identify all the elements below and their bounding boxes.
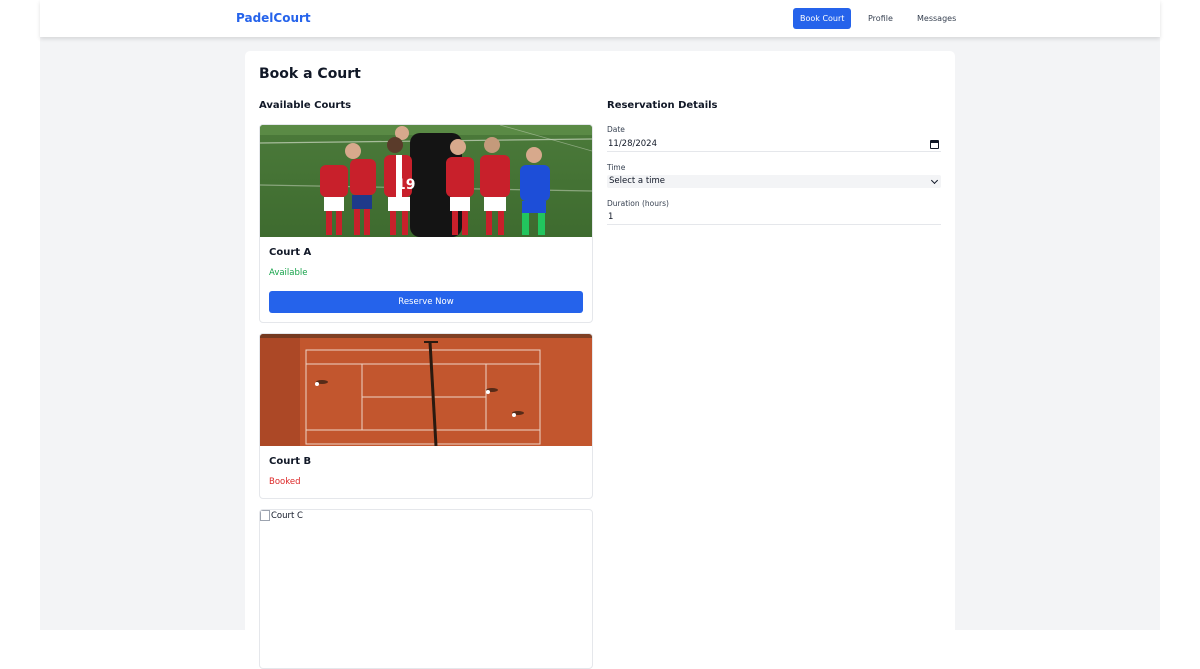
court-c-image-alt: Court C <box>271 510 303 521</box>
reservation-section-title: Reservation Details <box>607 100 718 111</box>
court-a-status: Available <box>269 268 308 278</box>
court-c-image: Court C <box>260 510 303 521</box>
date-label: Date <box>607 125 625 134</box>
calendar-icon[interactable] <box>930 140 939 149</box>
time-select[interactable]: Select a time <box>607 175 941 188</box>
court-a-image: 19 <box>260 125 592 237</box>
nav-book-court[interactable]: Book Court <box>793 8 852 29</box>
chevron-down-icon <box>930 176 939 185</box>
reserve-now-button[interactable]: Reserve Now <box>269 291 583 313</box>
court-card-b: Court B Booked <box>259 333 593 499</box>
duration-input[interactable]: 1 <box>607 210 941 225</box>
court-b-status: Booked <box>269 477 301 487</box>
svg-text:19: 19 <box>396 177 415 193</box>
navbar: PadelCourt Book Court Profile Messages <box>40 0 1160 37</box>
brand-logo[interactable]: PadelCourt <box>236 11 311 25</box>
courts-section-title: Available Courts <box>259 100 352 111</box>
app-root: PadelCourt Book Court Profile Messages B… <box>40 0 1160 669</box>
date-input[interactable]: 11/28/2024 <box>607 137 941 152</box>
broken-image-icon <box>260 510 270 521</box>
court-b-name: Court B <box>269 456 312 467</box>
nav-profile[interactable]: Profile <box>861 8 900 29</box>
page-title: Book a Court <box>259 66 361 82</box>
nav-messages[interactable]: Messages <box>910 8 963 29</box>
duration-label: Duration (hours) <box>607 199 669 208</box>
duration-value: 1 <box>608 212 614 222</box>
court-b-image <box>260 334 592 446</box>
booking-card: Book a Court Available Courts 19 Court A… <box>245 51 955 669</box>
court-card-c: Court C <box>259 509 593 669</box>
time-value: Select a time <box>609 176 666 186</box>
court-card-a: 19 Court A Available Reserve Now <box>259 124 593 323</box>
date-value: 11/28/2024 <box>608 139 657 149</box>
court-a-name: Court A <box>269 247 312 258</box>
time-label: Time <box>607 163 626 172</box>
